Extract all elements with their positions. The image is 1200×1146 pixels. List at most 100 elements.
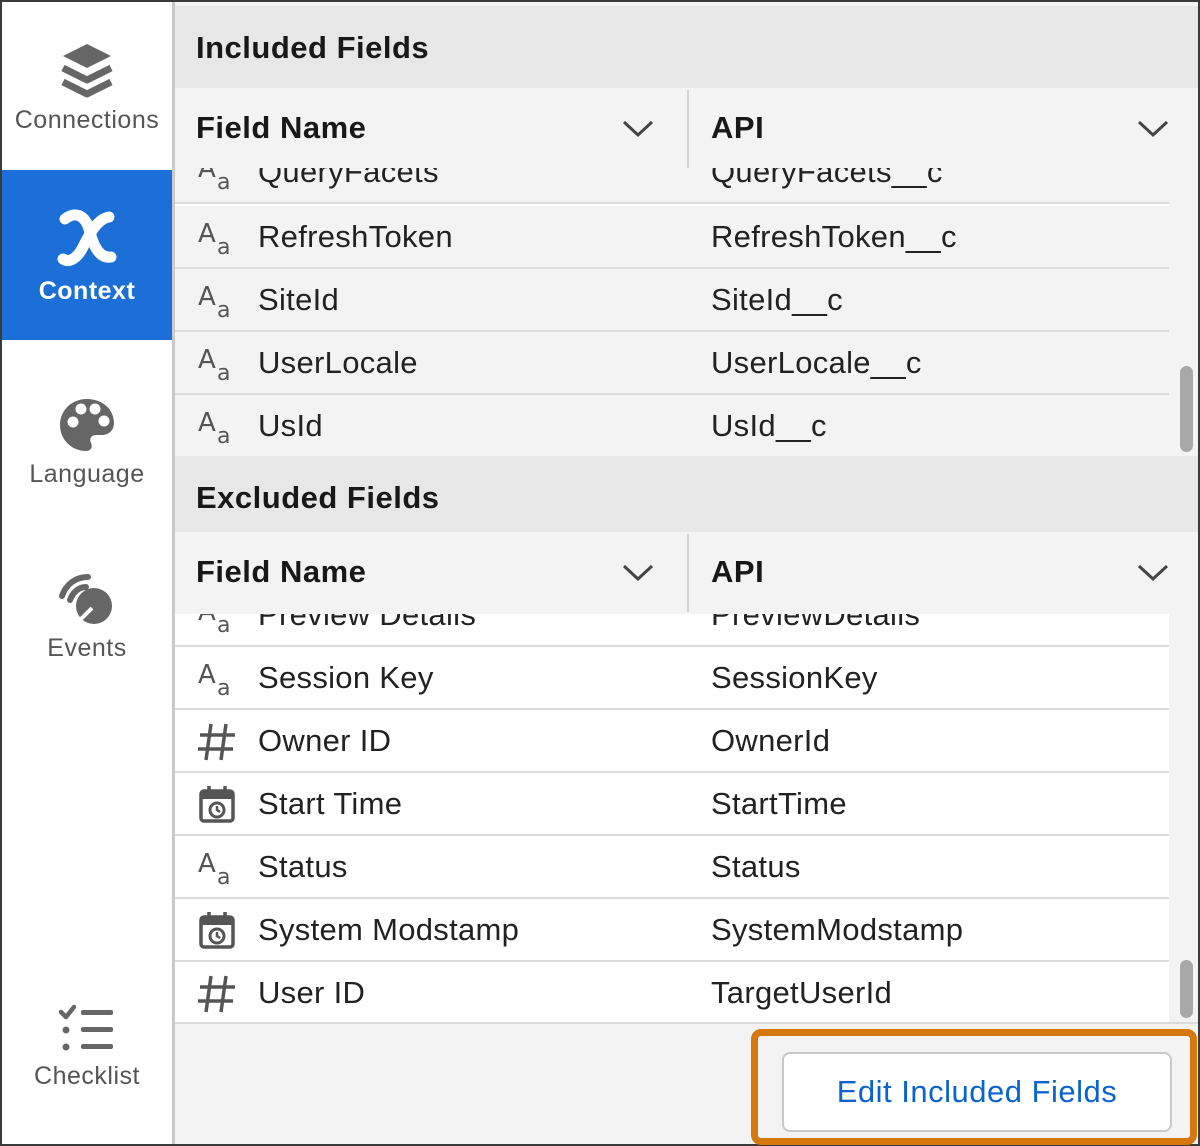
sidebar-item-label: Checklist [34,1061,140,1090]
table-row[interactable]: Aa UsId UsId__c [175,395,1169,456]
checklist-icon [57,1004,117,1056]
included-fields-list[interactable]: Aa QueryFacets QueryFacets__c Aa Refresh… [175,168,1169,456]
text-field-icon: Aa [196,168,238,195]
field-name: System Modstamp [258,911,520,947]
sidebar-item-language[interactable]: Language [2,382,172,502]
svg-text:a: a [217,614,231,636]
svg-text:a: a [217,361,231,384]
text-field-icon: Aa [196,657,238,701]
field-api: QueryFacets__c [711,168,943,189]
svg-text:A: A [198,614,216,627]
number-field-icon [196,720,238,762]
svg-text:a: a [217,676,231,699]
excluded-column-headers: Field Name API [175,532,1198,612]
calendar-clock-icon [196,783,238,825]
chevron-down-icon[interactable] [1136,558,1170,586]
column-header-api[interactable]: API [711,88,1181,168]
table-row[interactable]: Aa UserLocale UserLocale__c [175,332,1169,395]
sidebar-item-label: Language [29,459,145,488]
sidebar-item-events[interactable]: Events [2,557,172,677]
field-api: StartTime [711,785,847,821]
signal-icon [56,572,118,628]
svg-text:a: a [217,298,231,321]
included-column-headers: Field Name API [175,88,1198,168]
table-row[interactable]: Aa Session Key SessionKey [175,647,1169,710]
field-api: RefreshToken__c [711,218,957,254]
sidebar-item-label: Connections [14,105,160,134]
svg-text:a: a [217,865,231,888]
sidebar-item-checklist[interactable]: Checklist [2,987,172,1107]
chevron-down-icon[interactable] [621,114,655,142]
text-field-icon: Aa [196,846,238,890]
excluded-fields-header: Excluded Fields [175,456,1198,540]
field-api: SessionKey [711,659,878,695]
field-name: Owner ID [258,722,392,758]
svg-text:a: a [217,235,231,258]
svg-text:A: A [198,408,216,438]
field-name: Session Key [258,659,434,695]
table-row[interactable]: Aa Preview Details PreviewDetails [175,614,1169,647]
field-api: SiteId__c [711,281,843,317]
excluded-scrollbar-thumb[interactable] [1180,960,1193,1018]
included-fields-header: Included Fields [175,6,1198,90]
svg-text:A: A [198,849,216,879]
svg-text:A: A [198,168,216,184]
included-scrollbar-thumb[interactable] [1180,366,1193,452]
calendar-clock-icon [196,909,238,951]
edit-included-fields-button[interactable]: Edit Included Fields [782,1052,1172,1132]
field-api: UserLocale__c [711,344,922,380]
svg-text:a: a [217,170,231,193]
column-header-field-name[interactable]: Field Name [196,532,666,612]
sidebar-item-connections[interactable]: Connections [2,22,172,152]
field-api: OwnerId [711,722,831,758]
chevron-down-icon[interactable] [1136,114,1170,142]
field-api: Status [711,848,801,884]
fields-panel: Included Fields Field Name API Aa QueryF… [175,2,1198,1144]
table-row[interactable]: Aa SiteId SiteId__c [175,269,1169,332]
table-row[interactable]: User ID TargetUserId [175,962,1169,1022]
field-name: Start Time [258,785,403,821]
field-api: PreviewDetails [711,614,921,632]
svg-text:A: A [198,219,216,249]
field-name: UsId [258,407,323,443]
table-row[interactable]: Aa RefreshToken RefreshToken__c [175,206,1169,269]
column-header-api[interactable]: API [711,532,1181,612]
section-title: Excluded Fields [196,480,440,515]
palette-icon [57,396,117,454]
field-api: TargetUserId [711,974,893,1010]
text-field-icon: Aa [196,279,238,323]
sidebar-item-label: Events [47,633,127,662]
table-row[interactable]: System Modstamp SystemModstamp [175,899,1169,962]
field-api: UsId__c [711,407,827,443]
field-name: Preview Details [258,614,477,632]
text-field-icon: Aa [196,216,238,260]
svg-text:a: a [217,424,231,447]
field-name: SiteId [258,281,340,317]
sidebar-item-context[interactable]: Context [2,170,172,340]
context-x-icon [55,205,119,271]
text-field-icon: Aa [196,342,238,386]
number-field-icon [196,972,238,1014]
field-name: RefreshToken [258,218,453,254]
section-title: Included Fields [196,30,430,65]
svg-text:A: A [198,660,216,690]
table-row[interactable]: Start Time StartTime [175,773,1169,836]
field-name: QueryFacets [258,168,439,189]
layers-icon [59,40,115,100]
svg-text:A: A [198,282,216,312]
chevron-down-icon[interactable] [621,558,655,586]
table-row[interactable]: Owner ID OwnerId [175,710,1169,773]
field-name: Status [258,848,348,884]
field-name: UserLocale [258,344,418,380]
sidebar-item-label: Context [38,276,136,305]
text-field-icon: Aa [196,405,238,449]
table-row[interactable]: Aa QueryFacets QueryFacets__c [175,168,1169,204]
svg-text:A: A [198,345,216,375]
column-header-field-name[interactable]: Field Name [196,88,666,168]
column-divider[interactable] [687,90,689,168]
excluded-fields-list[interactable]: Aa Preview Details PreviewDetails Aa Ses… [175,614,1169,1022]
sidebar-nav: Connections Context Language Events Chec… [2,2,172,1144]
text-field-icon: Aa [196,614,238,638]
table-row[interactable]: Aa Status Status [175,836,1169,899]
column-divider[interactable] [687,534,689,612]
